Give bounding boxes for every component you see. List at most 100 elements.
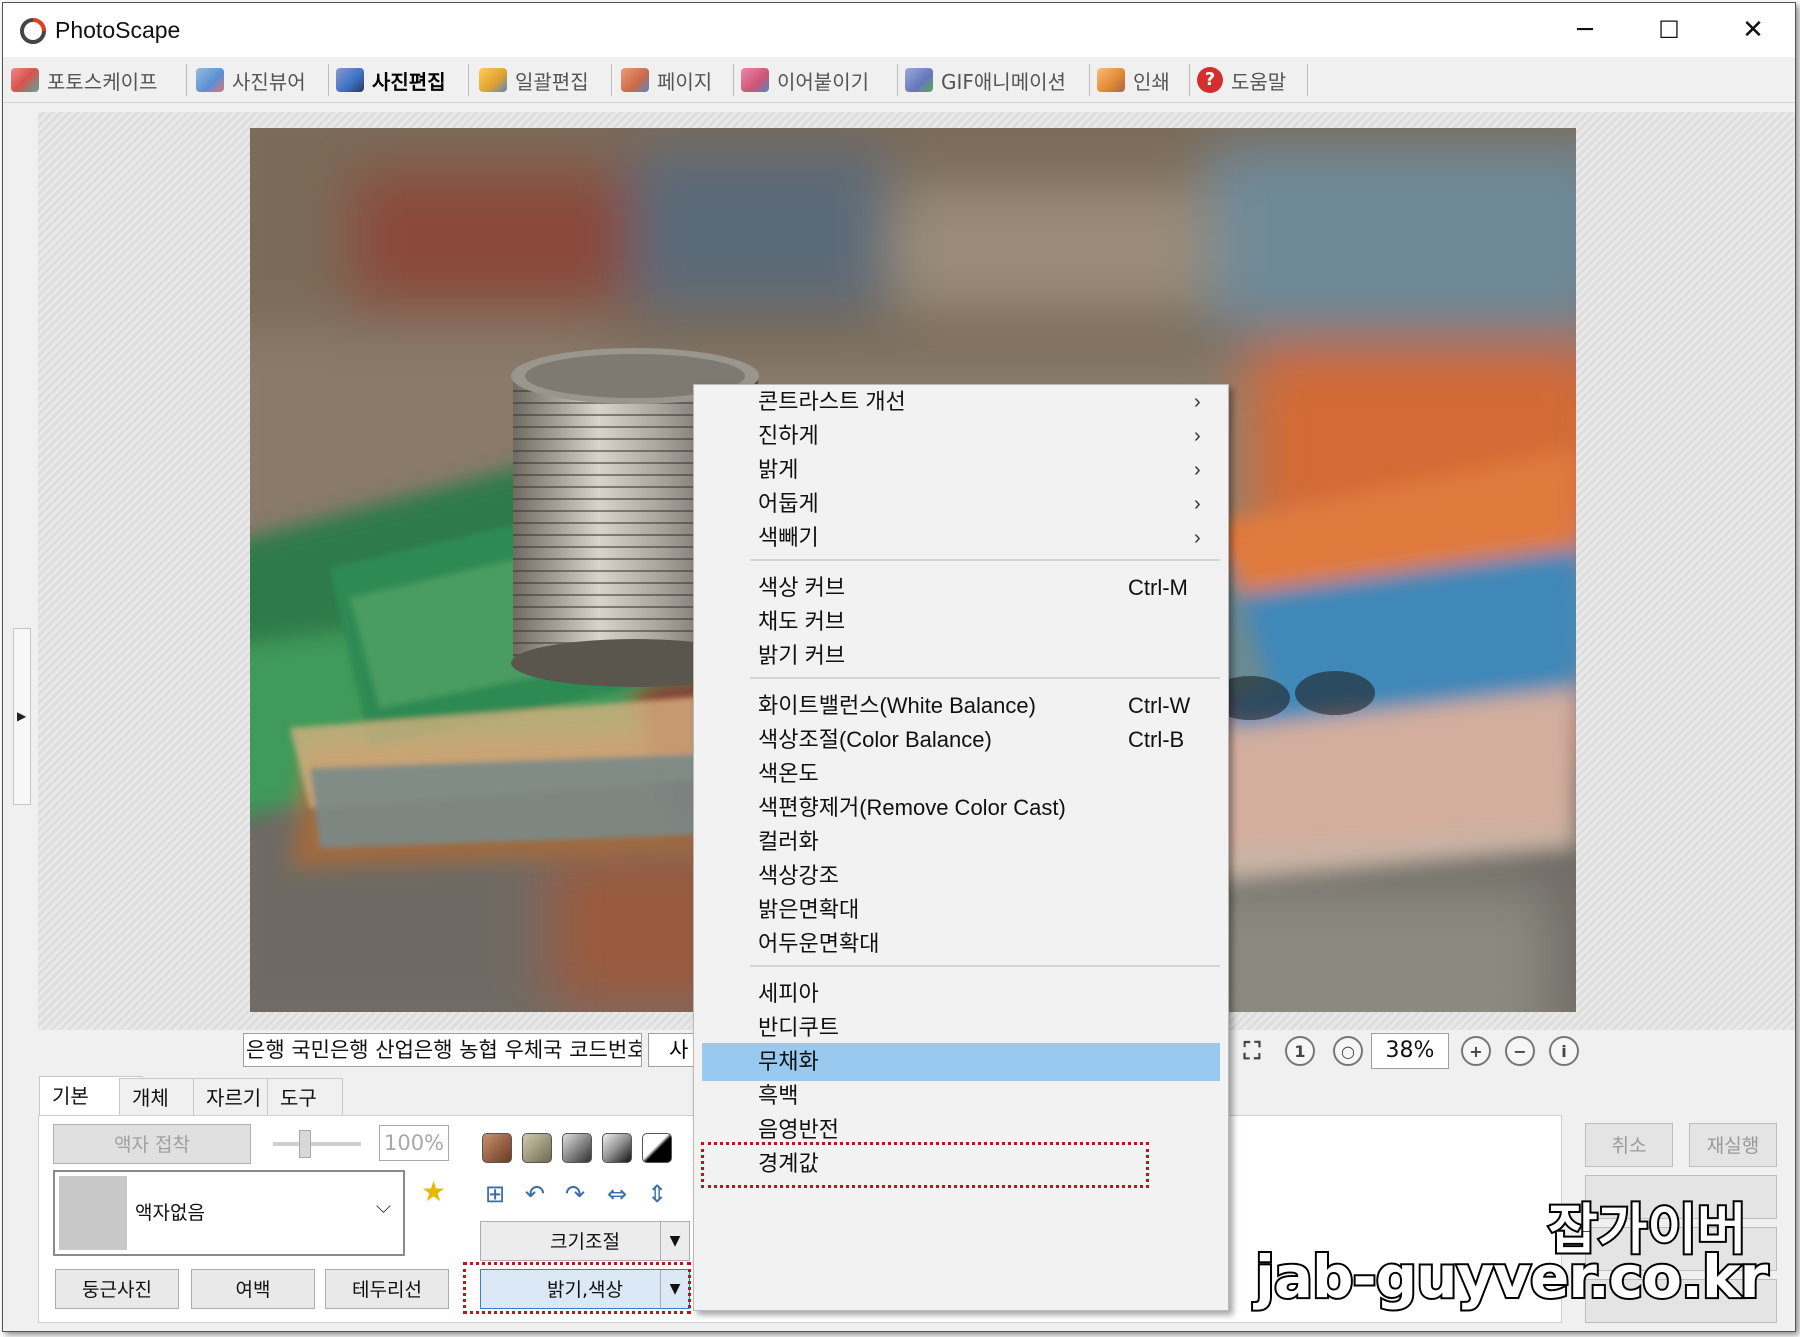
context-menu-item[interactable]: 색상 커브 Ctrl-M xyxy=(694,569,1228,607)
round-photo-button[interactable]: 둥근사진 xyxy=(55,1269,179,1309)
fit-window-icon[interactable]: ○ xyxy=(1333,1036,1363,1066)
context-menu-item-label: 반디쿠트 xyxy=(758,1015,839,1040)
context-menu-item-label: 밝게 xyxy=(758,457,799,482)
menu-batch[interactable]: 일괄편집 xyxy=(479,64,612,96)
context-menu-item[interactable]: 세피아 xyxy=(694,975,1228,1013)
context-menu-shortcut: Ctrl-M xyxy=(1128,575,1188,600)
rotate-left-icon[interactable]: ↶ xyxy=(519,1178,551,1210)
resize-button[interactable]: 크기조절 ▼ xyxy=(480,1221,690,1261)
menu-separator xyxy=(750,677,1220,679)
context-menu-item[interactable]: 색상조절(Color Balance) Ctrl-B xyxy=(694,721,1228,759)
context-menu-item[interactable]: 밝은면확대 xyxy=(694,891,1228,929)
tab-object[interactable]: 개체 xyxy=(119,1078,197,1117)
preset-gray-icon[interactable] xyxy=(562,1133,592,1163)
context-menu-item-label: 색상조절(Color Balance) xyxy=(758,727,992,752)
context-menu-item-label: 밝기 커브 xyxy=(758,643,846,668)
side-panel-toggle[interactable]: ▶ xyxy=(13,628,31,805)
context-menu-item-label: 색편향제거(Remove Color Cast) xyxy=(758,795,1066,820)
context-menu-item-label: 색온도 xyxy=(758,761,819,786)
context-menu-item[interactable]: 어두운면확대 xyxy=(694,925,1228,963)
chevron-down-icon: ⌵ xyxy=(375,1194,391,1218)
minimize-button[interactable]: ─ xyxy=(1543,3,1627,57)
context-menu-item-label: 무채화 xyxy=(758,1049,819,1074)
maximize-button[interactable]: ☐ xyxy=(1627,3,1711,57)
context-menu-item-label: 밝은면확대 xyxy=(758,897,860,922)
flip-horizontal-icon[interactable]: ⇔ xyxy=(601,1178,633,1210)
context-menu-item-label: 진하게 xyxy=(758,423,819,448)
context-menu-item[interactable]: 흑백 xyxy=(694,1077,1228,1115)
info-icon[interactable]: i xyxy=(1549,1036,1579,1066)
frame-select[interactable]: 액자없음 ⌵ xyxy=(53,1170,405,1256)
context-menu-item-label: 어두운면확대 xyxy=(758,931,880,956)
annotation-highlight-button xyxy=(463,1262,691,1314)
title-bar: PhotoScape ─ ☐ ✕ xyxy=(3,3,1795,57)
frame-size-slider-track[interactable] xyxy=(273,1142,361,1146)
context-menu-item-label: 색상강조 xyxy=(758,863,839,888)
redo-button[interactable]: 재실행 xyxy=(1689,1123,1777,1167)
margin-button[interactable]: 여백 xyxy=(191,1269,315,1309)
menu-viewer[interactable]: 사진뷰어 xyxy=(196,64,329,96)
frame-percent-field[interactable]: 100% xyxy=(379,1125,449,1161)
menu-gif-animation[interactable]: GIF애니메이션 xyxy=(905,64,1090,96)
annotation-highlight-menu-item xyxy=(701,1142,1149,1188)
preset-contrast-icon[interactable] xyxy=(602,1133,632,1163)
flip-vertical-icon[interactable]: ⇕ xyxy=(641,1178,673,1210)
context-menu-shortcut: Ctrl-B xyxy=(1128,727,1185,752)
context-menu-item[interactable]: 색편향제거(Remove Color Cast) xyxy=(694,789,1228,827)
context-menu-item[interactable]: 어둡게 › xyxy=(694,485,1228,523)
menu-combine[interactable]: 이어붙이기 xyxy=(741,64,898,96)
menu-page[interactable]: 페이지 xyxy=(621,64,734,96)
context-menu-item[interactable]: 무채화 xyxy=(702,1043,1220,1081)
context-menu-item[interactable]: 반디쿠트 xyxy=(694,1009,1228,1047)
context-menu-item[interactable]: 색온도 xyxy=(694,755,1228,793)
photoscape-icon xyxy=(11,68,39,92)
context-menu-item-label: 컬러화 xyxy=(758,829,819,854)
viewer-icon xyxy=(196,68,224,92)
preset-bw-icon[interactable] xyxy=(642,1133,672,1163)
photoscape-window: PhotoScape ─ ☐ ✕ 포토스케이프 사진뷰어 사진편집 일괄편집 페… xyxy=(2,2,1796,1332)
context-menu-item[interactable]: 컬러화 xyxy=(694,823,1228,861)
menu-photoscape[interactable]: 포토스케이프 xyxy=(11,64,187,96)
context-menu-item[interactable]: 밝기 커브 xyxy=(694,637,1228,675)
actual-size-icon[interactable]: 1 xyxy=(1285,1036,1315,1066)
window-title: PhotoScape xyxy=(55,17,181,43)
zoom-out-icon[interactable]: − xyxy=(1505,1036,1535,1066)
favorite-star-icon[interactable]: ★ xyxy=(421,1175,446,1208)
page-icon xyxy=(621,68,649,92)
context-menu-item[interactable]: 채도 커브 xyxy=(694,603,1228,641)
submenu-arrow-icon: › xyxy=(1194,493,1201,515)
context-menu-item-label: 흑백 xyxy=(758,1083,799,1108)
close-button[interactable]: ✕ xyxy=(1711,3,1795,57)
context-menu-item[interactable]: 색빼기 › xyxy=(694,519,1228,557)
menu-editor[interactable]: 사진편집 xyxy=(336,64,469,96)
border-button[interactable]: 테두리선 xyxy=(325,1269,449,1309)
context-menu-item[interactable]: 콘트라스트 개선 › xyxy=(694,383,1228,421)
preset-warm-icon[interactable] xyxy=(522,1133,552,1163)
tab-tools[interactable]: 도구 xyxy=(267,1078,343,1117)
zoom-level[interactable]: 38% xyxy=(1371,1033,1449,1069)
menu-separator xyxy=(750,559,1220,561)
context-menu-shortcut: Ctrl-W xyxy=(1128,693,1191,718)
photoscape-logo-icon xyxy=(20,18,46,44)
frame-fit-button[interactable]: 액자 접착 xyxy=(53,1124,251,1164)
main-menubar: 포토스케이프 사진뷰어 사진편집 일괄편집 페이지 이어붙이기 GIF애니메이션 xyxy=(3,58,1795,103)
context-menu-item-label: 세피아 xyxy=(758,981,819,1006)
dropdown-arrow-icon[interactable]: ▼ xyxy=(660,1222,689,1260)
undo-button[interactable]: 취소 xyxy=(1585,1123,1673,1167)
menu-help[interactable]: ? 도움말 xyxy=(1197,64,1308,96)
zoom-in-icon[interactable]: + xyxy=(1461,1036,1491,1066)
preset-sepia-icon[interactable] xyxy=(482,1133,512,1163)
context-menu-item[interactable]: 밝게 › xyxy=(694,451,1228,489)
batch-icon xyxy=(479,68,507,92)
context-menu-item-label: 어둡게 xyxy=(758,491,819,516)
auto-level-icon[interactable]: ⊞ xyxy=(479,1178,511,1210)
fit-screen-icon[interactable]: ⛶ xyxy=(1237,1036,1267,1066)
context-menu-item-label: 색상 커브 xyxy=(758,575,846,600)
rotate-right-icon[interactable]: ↷ xyxy=(559,1178,591,1210)
frame-preview xyxy=(59,1176,127,1250)
frame-size-slider-thumb[interactable] xyxy=(299,1130,311,1158)
context-menu-item[interactable]: 진하게 › xyxy=(694,417,1228,455)
context-menu-item[interactable]: 색상강조 xyxy=(694,857,1228,895)
context-menu-item[interactable]: 화이트밸런스(White Balance) Ctrl-W xyxy=(694,687,1228,725)
menu-print[interactable]: 인쇄 xyxy=(1097,64,1190,96)
